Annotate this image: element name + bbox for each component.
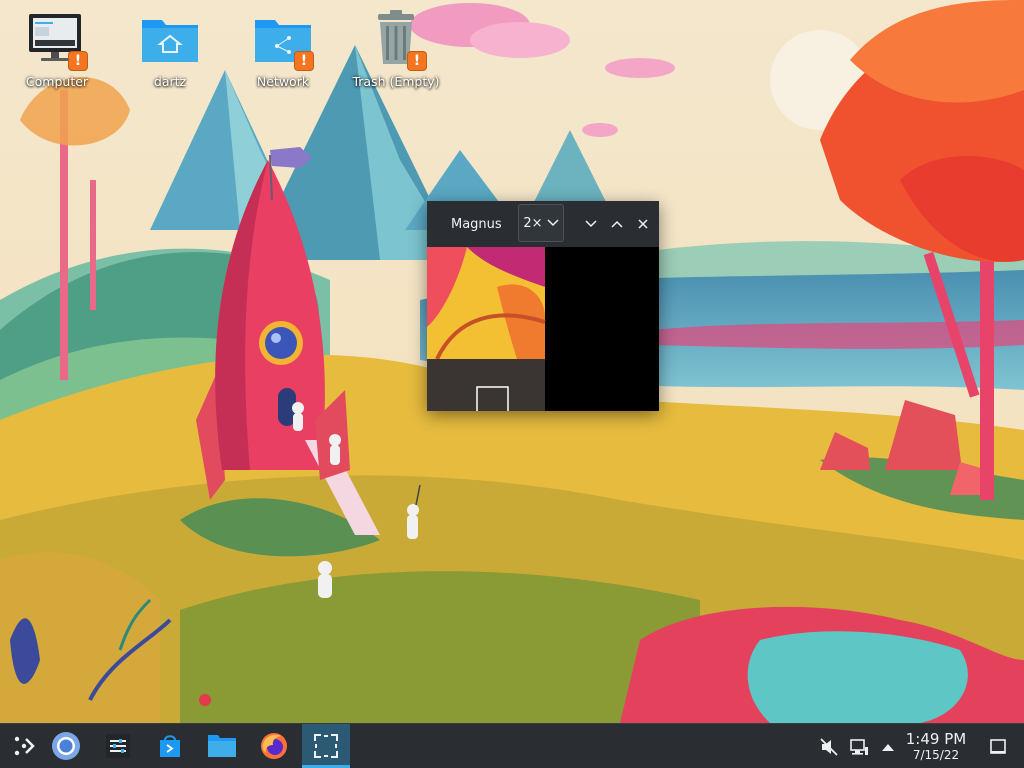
taskbar: 1:49 PM 7/15/22 [0, 723, 1024, 768]
desktop-icon-computer[interactable]: ! Computer [7, 8, 107, 98]
warning-badge: ! [69, 52, 87, 70]
firefox-icon [261, 733, 287, 759]
taskbar-firefox[interactable] [250, 724, 298, 768]
chevron-down-icon [585, 220, 597, 228]
volume-button[interactable] [818, 736, 840, 758]
maximize-button[interactable] [607, 214, 627, 234]
window-titlebar[interactable]: Magnus 2× [427, 201, 659, 247]
computer-icon: ! [25, 8, 89, 72]
magnifier-window[interactable]: Magnus 2× [427, 201, 659, 414]
zoom-level-dropdown[interactable]: 2× [518, 204, 564, 242]
window-title: Magnus [451, 216, 502, 232]
network-button[interactable] [848, 736, 870, 758]
volume-muted-icon [820, 738, 838, 756]
network-folder-icon: ! [251, 8, 315, 72]
magnified-view [427, 247, 659, 414]
taskbar-chromium[interactable] [42, 724, 90, 768]
minimize-button[interactable] [581, 214, 601, 234]
system-settings-icon [106, 734, 130, 758]
home-folder-icon [138, 8, 202, 72]
show-desktop-button[interactable] [987, 736, 1009, 758]
desktop[interactable]: ! Computer dartz ! Network ! Trash (Empt… [0, 0, 1024, 768]
taskbar-spectacle[interactable] [302, 724, 350, 768]
chromium-icon [52, 732, 80, 760]
discover-store-icon [160, 735, 180, 757]
desktop-icon-label: Network [256, 74, 310, 89]
desktop-icon-label: Trash (Empty) [352, 74, 440, 89]
desktop-icon-label: dartz [153, 74, 187, 89]
chevron-down-icon [547, 219, 559, 227]
show-hidden-icons-icon [882, 744, 894, 751]
spectacle-screenshot-icon [314, 734, 338, 758]
clock-date: 7/15/22 [912, 748, 960, 762]
trash-icon: ! [364, 8, 428, 72]
desktop-icon-trash[interactable]: ! Trash (Empty) [346, 8, 446, 98]
chevron-up-icon [611, 220, 623, 228]
taskbar-system-settings[interactable] [94, 724, 142, 768]
taskbar-dolphin[interactable] [198, 724, 246, 768]
taskbar-discover[interactable] [146, 724, 194, 768]
application-launcher-button[interactable] [0, 724, 48, 768]
network-wired-icon [850, 739, 868, 755]
close-icon [638, 219, 648, 229]
zoom-level-value: 2× [523, 215, 543, 231]
warning-badge: ! [408, 52, 426, 70]
application-launcher-icon [14, 736, 35, 756]
desktop-icon-dartz[interactable]: dartz [120, 8, 220, 98]
show-hidden-icons-button[interactable] [877, 736, 899, 758]
desktop-icon-network[interactable]: ! Network [233, 8, 333, 98]
show-desktop-icon [990, 739, 1006, 754]
warning-badge: ! [295, 52, 313, 70]
dolphin-file-manager-icon [208, 735, 236, 757]
desktop-icon-label: Computer [25, 74, 89, 89]
clock-time: 1:49 PM [905, 730, 967, 748]
close-button[interactable] [633, 214, 653, 234]
digital-clock[interactable]: 1:49 PM 7/15/22 [900, 731, 972, 763]
